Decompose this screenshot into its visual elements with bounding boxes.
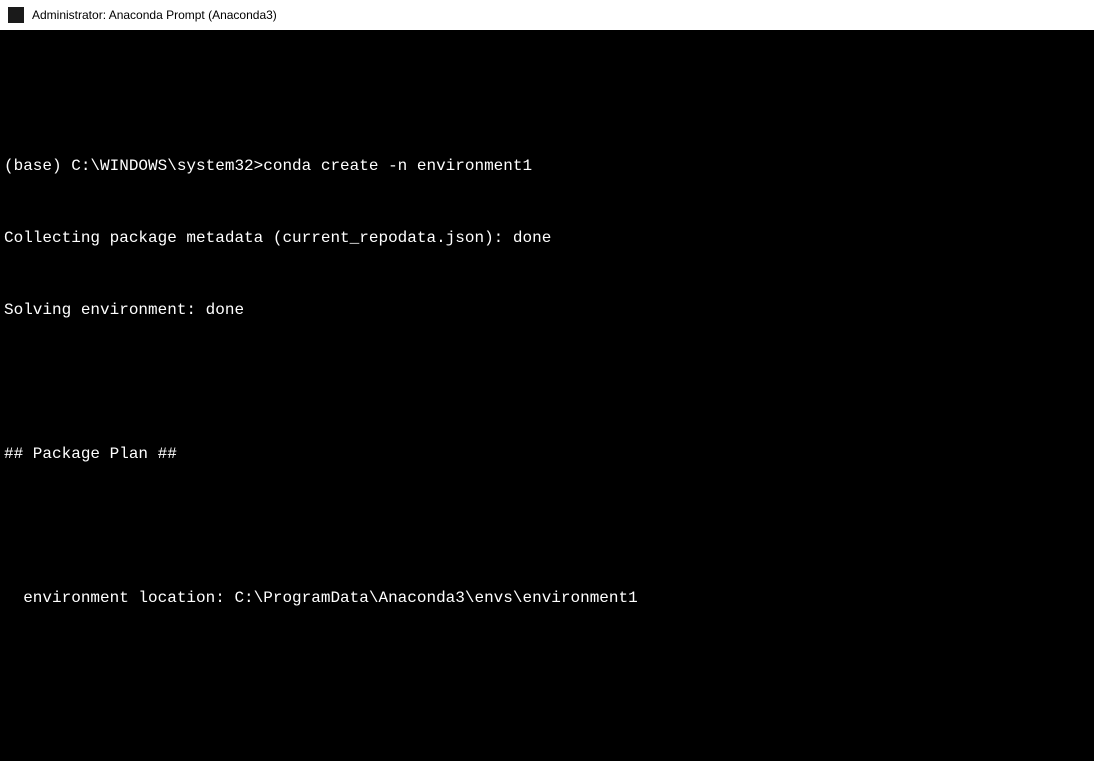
- terminal-line: Solving environment: done: [4, 298, 1090, 322]
- terminal-line: [4, 514, 1090, 538]
- window-title: Administrator: Anaconda Prompt (Anaconda…: [32, 8, 277, 22]
- terminal-area[interactable]: (base) C:\WINDOWS\system32>conda create …: [0, 30, 1094, 761]
- terminal-line: [4, 658, 1090, 682]
- terminal-line: [4, 82, 1090, 106]
- terminal-line: (base) C:\WINDOWS\system32>conda create …: [4, 154, 1090, 178]
- terminal-line: [4, 370, 1090, 394]
- terminal-line: ## Package Plan ##: [4, 442, 1090, 466]
- window-titlebar[interactable]: Administrator: Anaconda Prompt (Anaconda…: [0, 0, 1094, 30]
- terminal-line: environment location: C:\ProgramData\Ana…: [4, 586, 1090, 610]
- terminal-icon: [8, 7, 24, 23]
- terminal-line: [4, 730, 1090, 754]
- terminal-line: Collecting package metadata (current_rep…: [4, 226, 1090, 250]
